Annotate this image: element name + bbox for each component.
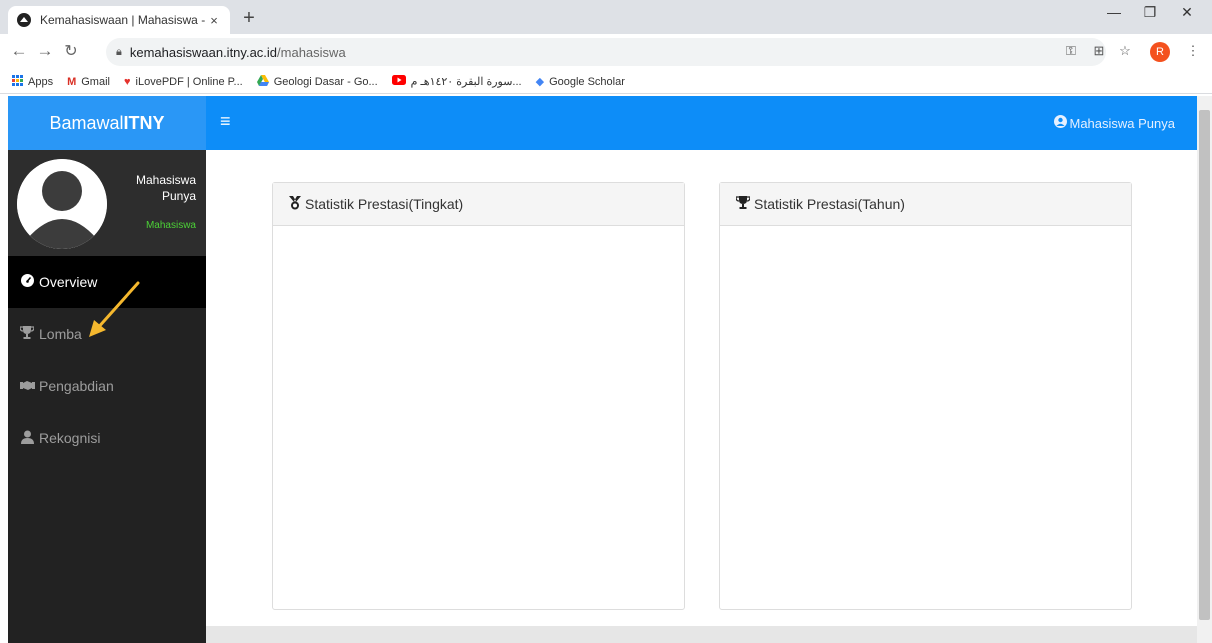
panel-title: Statistik Prestasi(Tingkat) <box>305 196 464 212</box>
bookmark-label: iLovePDF | Online P... <box>135 75 243 88</box>
lock-icon: 🔒︎ <box>116 45 122 58</box>
address-bar: ← → ↻ 🔒︎ kemahasiswaan.itny.ac.id /mahas… <box>0 34 1212 70</box>
profile-name: Mahasiswa Punya <box>116 172 196 204</box>
dashboard-icon <box>18 274 36 290</box>
tab-title: Kemahasiswaan | Mahasiswa - <box>40 13 206 27</box>
profile-name-line1: Mahasiswa <box>135 173 196 187</box>
bookmark-gmail[interactable]: M Gmail <box>67 76 110 88</box>
app-header: Bamawal I TNY ≡ Mahasiswa Punya <box>8 96 1197 150</box>
google-drive-icon <box>256 74 269 89</box>
medal-icon <box>289 195 301 213</box>
reload-icon[interactable]: ↻ <box>60 41 82 61</box>
browser-menu-icon[interactable]: ⋮ <box>1184 43 1202 59</box>
profile-role: Mahasiswa <box>145 220 196 231</box>
user-circle-icon <box>1053 115 1067 131</box>
profile-panel: Mahasiswa Punya Mahasiswa <box>8 150 206 256</box>
panel-statistik-tingkat: Statistik Prestasi(Tingkat) <box>272 182 685 610</box>
youtube-icon <box>391 75 406 88</box>
site-favicon-icon <box>16 12 32 28</box>
apps-grid-icon <box>12 74 23 89</box>
bookmark-google-scholar[interactable]: ◆ Google Scholar <box>535 75 625 89</box>
bookmark-label: Geologi Dasar - Go... <box>273 75 378 88</box>
bookmark-ilovepdf[interactable]: ♥ iLovePDF | Online P... <box>124 76 243 88</box>
ilovepdf-icon: ♥ <box>123 75 131 88</box>
trophy-icon <box>18 326 36 342</box>
url-field[interactable]: 🔒︎ kemahasiswaan.itny.ac.id /mahasiswa <box>106 38 1106 66</box>
bookmark-apps[interactable]: Apps <box>12 74 54 89</box>
handshake-icon <box>18 379 36 394</box>
panel-header: Statistik Prestasi(Tahun) <box>720 183 1131 226</box>
translate-icon[interactable]: ⊞ <box>1090 43 1108 59</box>
scrollbar-thumb[interactable] <box>1199 110 1210 620</box>
bookmark-label: سورة البقرة ١٤٢٠هـ م... <box>410 76 522 88</box>
bookmark-youtube[interactable]: سورة البقرة ١٤٢٠هـ م... <box>391 75 522 88</box>
sidebar-item-rekognisi[interactable]: Rekognisi <box>8 412 206 464</box>
avatar <box>17 159 107 249</box>
bookmark-label: Google Scholar <box>549 75 625 88</box>
url-host: kemahasiswaan.itny.ac.id <box>129 44 278 60</box>
brand-bold: TNY <box>128 112 165 133</box>
bookmark-label: Apps <box>28 75 54 88</box>
panel-header: Statistik Prestasi(Tingkat) <box>273 183 684 226</box>
bookmark-label: Gmail <box>81 75 110 88</box>
user-certificate-icon <box>18 430 36 447</box>
browser-tab[interactable]: Kemahasiswaan | Mahasiswa - × <box>8 6 230 34</box>
annotation-arrow-icon <box>89 281 140 337</box>
user-name: Mahasiswa Punya <box>1069 115 1176 131</box>
user-menu[interactable]: Mahasiswa Punya <box>1053 115 1176 131</box>
browser-tab-bar: Kemahasiswaan | Mahasiswa - × + — ❐ ✕ <box>0 0 1212 34</box>
back-icon[interactable]: ← <box>8 41 30 61</box>
trophy-icon <box>735 196 751 212</box>
main-content: Statistik Prestasi(Tingkat) Statistik Pr… <box>206 150 1197 626</box>
tab-close-icon[interactable]: × <box>206 13 222 28</box>
browser-profile-avatar[interactable]: R <box>1150 42 1170 62</box>
gmail-icon: M <box>67 75 77 88</box>
bookmark-geologi[interactable]: Geologi Dasar - Go... <box>256 74 378 89</box>
profile-name-line2: Punya <box>161 189 196 203</box>
window-close-icon[interactable]: ✕ <box>1172 4 1202 21</box>
new-tab-button[interactable]: + <box>238 7 260 30</box>
brand-logo[interactable]: Bamawal I TNY <box>8 96 206 150</box>
panel-statistik-tahun: Statistik Prestasi(Tahun) <box>719 182 1132 610</box>
sidebar: Mahasiswa Punya Mahasiswa Overview Lomba… <box>8 150 206 643</box>
panel-title: Statistik Prestasi(Tahun) <box>754 196 905 212</box>
sidebar-item-pengabdian[interactable]: Pengabdian <box>8 360 206 412</box>
forward-icon[interactable]: → <box>34 41 56 61</box>
hamburger-menu-icon[interactable]: ≡ <box>220 111 231 132</box>
minimize-icon[interactable]: — <box>1099 4 1129 20</box>
sidebar-item-label: Lomba <box>39 326 82 342</box>
sidebar-item-label: Rekognisi <box>39 430 101 446</box>
url-path: /mahasiswa <box>277 44 346 60</box>
bookmarks-bar: Apps M Gmail ♥ iLovePDF | Online P... Ge… <box>0 70 1212 94</box>
restore-icon[interactable]: ❐ <box>1135 4 1165 21</box>
sidebar-item-label: Pengabdian <box>39 378 114 394</box>
bookmark-star-icon[interactable]: ☆ <box>1116 43 1134 59</box>
key-icon[interactable]: ⚿ <box>1062 43 1080 59</box>
vertical-scrollbar[interactable] <box>1197 96 1212 643</box>
brand-prefix: Bamawal <box>49 112 124 133</box>
scholar-icon: ◆ <box>535 76 545 88</box>
horizontal-scrollbar[interactable] <box>206 626 1197 643</box>
